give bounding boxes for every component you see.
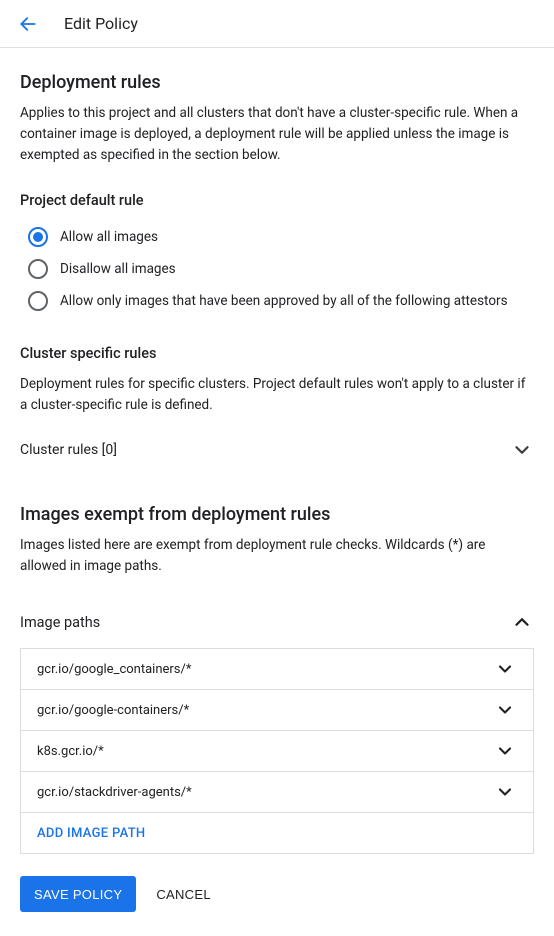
image-paths-list: gcr.io/google_containers/* gcr.io/google…: [20, 648, 534, 854]
radio-disallow-all[interactable]: Disallow all images: [20, 253, 534, 285]
image-paths-label: Image paths: [20, 614, 100, 631]
radio-button-icon: [28, 227, 48, 247]
image-path-value: k8s.gcr.io/*: [37, 744, 104, 759]
radio-label: Allow only images that have been approve…: [60, 293, 508, 309]
chevron-down-icon: [493, 657, 517, 681]
cluster-rules-expander[interactable]: Cluster rules [0]: [20, 428, 534, 472]
radio-allow-attestors[interactable]: Allow only images that have been approve…: [20, 285, 534, 317]
image-paths-expander[interactable]: Image paths: [20, 602, 534, 648]
exempt-images-title: Images exempt from deployment rules: [20, 504, 534, 525]
add-image-path-button[interactable]: ADD IMAGE PATH: [21, 813, 533, 853]
cluster-specific-desc: Deployment rules for specific clusters. …: [20, 374, 534, 416]
chevron-down-icon: [493, 780, 517, 804]
page-content: Deployment rules Applies to this project…: [0, 48, 554, 936]
back-arrow-button[interactable]: [16, 12, 40, 36]
image-path-row[interactable]: gcr.io/stackdriver-agents/*: [21, 772, 533, 813]
radio-button-icon: [28, 259, 48, 279]
image-path-value: gcr.io/google-containers/*: [37, 703, 189, 718]
chevron-down-icon: [493, 698, 517, 722]
chevron-down-icon: [493, 739, 517, 763]
image-path-row[interactable]: k8s.gcr.io/*: [21, 731, 533, 772]
radio-button-icon: [28, 291, 48, 311]
topbar: Edit Policy: [0, 0, 554, 48]
cluster-specific-title: Cluster specific rules: [20, 345, 534, 362]
action-buttons: SAVE POLICY CANCEL: [20, 876, 534, 912]
image-path-value: gcr.io/stackdriver-agents/*: [37, 785, 192, 800]
project-default-radio-group: Allow all images Disallow all images All…: [20, 221, 534, 317]
radio-label: Disallow all images: [60, 261, 176, 277]
deployment-rules-desc: Applies to this project and all clusters…: [20, 103, 534, 166]
cluster-rules-label: Cluster rules [0]: [20, 442, 117, 458]
page-title: Edit Policy: [64, 14, 138, 33]
image-path-row[interactable]: gcr.io/google-containers/*: [21, 690, 533, 731]
image-path-value: gcr.io/google_containers/*: [37, 662, 191, 677]
exempt-images-desc: Images listed here are exempt from deplo…: [20, 535, 534, 577]
arrow-left-icon: [18, 14, 38, 34]
cancel-button[interactable]: CANCEL: [156, 887, 211, 902]
project-default-rule-title: Project default rule: [20, 192, 534, 209]
chevron-up-icon: [510, 610, 534, 634]
add-image-path-label: ADD IMAGE PATH: [37, 826, 145, 841]
radio-allow-all[interactable]: Allow all images: [20, 221, 534, 253]
chevron-down-icon: [510, 438, 534, 462]
radio-label: Allow all images: [60, 229, 158, 245]
image-path-row[interactable]: gcr.io/google_containers/*: [21, 649, 533, 690]
deployment-rules-title: Deployment rules: [20, 72, 534, 93]
save-policy-button[interactable]: SAVE POLICY: [20, 876, 136, 912]
